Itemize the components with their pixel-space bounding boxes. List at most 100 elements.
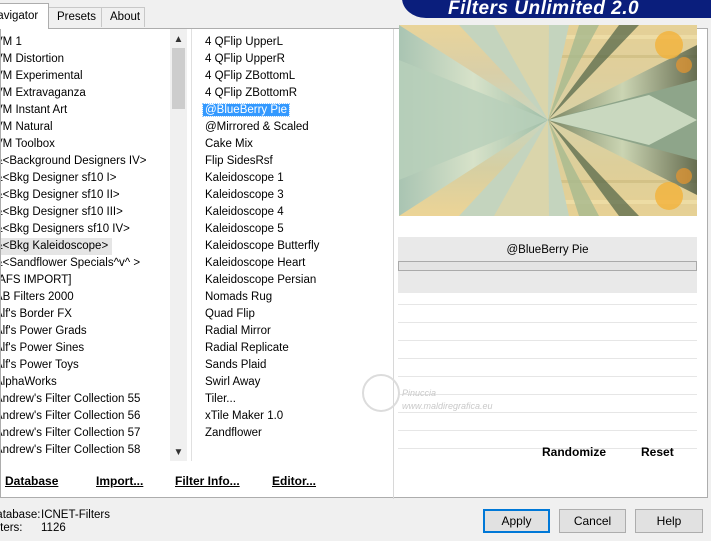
filter-item-label: Flip SidesRsf <box>205 155 273 167</box>
filter-preview-image <box>399 25 697 216</box>
filter-item-label: Kaleidoscope 5 <box>205 223 284 235</box>
parameter-slot <box>398 322 697 323</box>
category-item[interactable]: [AFS IMPORT] <box>1 272 170 289</box>
filter-item[interactable]: Kaleidoscope 3 <box>205 187 385 204</box>
filter-item-label: Zandflower <box>205 427 262 439</box>
filter-item-label: Swirl Away <box>205 376 261 388</box>
category-item[interactable]: Andrew's Filter Collection 56 <box>1 408 170 425</box>
import-button[interactable]: Import... <box>96 474 143 488</box>
randomize-button[interactable]: Randomize <box>542 445 606 459</box>
category-item[interactable]: VM Instant Art <box>1 102 170 119</box>
scroll-down-arrow-icon[interactable]: ▼ <box>170 444 187 461</box>
filter-item[interactable]: 4 QFlip ZBottomL <box>205 68 385 85</box>
filter-item[interactable]: Kaleidoscope 5 <box>205 221 385 238</box>
filter-name-box: @BlueBerry Pie <box>398 237 697 293</box>
filter-item-label: Kaleidoscope Butterfly <box>205 240 320 252</box>
category-list[interactable]: VM 1VM DistortionVM ExperimentalVM Extra… <box>1 29 170 461</box>
filter-item-label: @BlueBerry Pie <box>202 103 290 117</box>
filters-count-label: Filters: <box>0 522 23 534</box>
filter-item[interactable]: Swirl Away <box>205 374 385 391</box>
filter-item[interactable]: Radial Replicate <box>205 340 385 357</box>
filter-item-label: 4 QFlip UpperL <box>205 36 283 48</box>
filter-parameter-field[interactable] <box>398 261 697 271</box>
category-item[interactable]: Andrew's Filter Collection 55 <box>1 391 170 408</box>
apply-button[interactable]: Apply <box>483 509 550 533</box>
filter-item[interactable]: Nomads Rug <box>205 289 385 306</box>
filter-item-label: Quad Flip <box>205 308 255 320</box>
filter-item[interactable]: Sands Plaid <box>205 357 385 374</box>
category-item[interactable]: VM Distortion <box>1 51 170 68</box>
filter-item[interactable]: Kaleidoscope Heart <box>205 255 385 272</box>
filter-item[interactable]: Quad Flip <box>205 306 385 323</box>
watermark-author: Pinuccia <box>402 388 437 398</box>
category-item[interactable]: Andrew's Filter Collection 58 <box>1 442 170 459</box>
filter-item-label: Sands Plaid <box>205 359 267 371</box>
filter-item-label: xTile Maker 1.0 <box>205 410 284 422</box>
database-label: Database: <box>0 509 41 521</box>
category-item[interactable]: &<Bkg Designers sf10 IV> <box>1 221 170 238</box>
filters-count-value: 1126 <box>41 522 66 534</box>
category-item[interactable]: Alf's Power Grads <box>1 323 170 340</box>
filter-name-label: @BlueBerry Pie <box>506 244 589 256</box>
watermark: Pinuccia www.maldiregrafica.eu <box>362 368 552 418</box>
filter-item[interactable]: Kaleidoscope Butterfly <box>205 238 385 255</box>
filter-item[interactable]: Zandflower <box>205 425 385 442</box>
editor-button[interactable]: Editor... <box>272 474 316 488</box>
category-item[interactable]: &<Sandflower Specials^v^ > <box>1 255 170 272</box>
scroll-up-arrow-icon[interactable]: ▲ <box>170 31 187 48</box>
category-item[interactable]: Alf's Power Toys <box>1 357 170 374</box>
filter-item[interactable]: Flip SidesRsf <box>205 153 385 170</box>
filter-item[interactable]: xTile Maker 1.0 <box>205 408 385 425</box>
reset-button[interactable]: Reset <box>641 445 674 459</box>
tab-about[interactable]: About <box>101 7 145 27</box>
filter-item-label: Tiler... <box>205 393 236 405</box>
tab-presets[interactable]: Presets <box>48 7 102 27</box>
filter-item[interactable]: Kaleidoscope Persian <box>205 272 385 289</box>
category-item[interactable]: AlphaWorks <box>1 374 170 391</box>
cancel-button[interactable]: Cancel <box>559 509 626 533</box>
filter-item[interactable]: Cake Mix <box>205 136 385 153</box>
category-item[interactable]: Alf's Border FX <box>1 306 170 323</box>
help-button[interactable]: Help <box>635 509 703 533</box>
filter-item[interactable]: Radial Mirror <box>205 323 385 340</box>
filter-item[interactable]: 4 QFlip ZBottomR <box>205 85 385 102</box>
category-item[interactable]: VM 1 <box>1 34 170 51</box>
category-item[interactable]: VM Toolbox <box>1 136 170 153</box>
filter-info-button[interactable]: Filter Info... <box>175 474 240 488</box>
scroll-thumb[interactable] <box>172 48 185 109</box>
database-button[interactable]: Database <box>5 474 58 488</box>
filter-item[interactable]: 4 QFlip UpperL <box>205 34 385 51</box>
filter-item[interactable]: @Mirrored & Scaled <box>205 119 385 136</box>
filter-item[interactable]: Kaleidoscope 1 <box>205 170 385 187</box>
category-item[interactable]: &<Bkg Kaleidoscope> <box>1 238 113 255</box>
filter-item[interactable]: @BlueBerry Pie <box>202 102 385 119</box>
filter-item-label: @Mirrored & Scaled <box>205 121 309 133</box>
filter-item-label: Kaleidoscope 3 <box>205 189 284 201</box>
category-item[interactable]: Alf's Power Sines <box>1 340 170 357</box>
category-item[interactable]: VM Extravaganza <box>1 85 170 102</box>
list-divider <box>191 29 192 461</box>
category-item[interactable]: VM Natural <box>1 119 170 136</box>
watermark-logo-icon <box>362 374 400 412</box>
category-scrollbar[interactable]: ▲ ▼ <box>170 29 187 461</box>
category-item[interactable]: VM Experimental <box>1 68 170 85</box>
category-item[interactable]: &<Background Designers IV> <box>1 153 170 170</box>
category-item[interactable]: &<Bkg Designer sf10 I> <box>1 170 170 187</box>
category-item[interactable]: AB Filters 2000 <box>1 289 170 306</box>
tab-navigator[interactable]: Navigator <box>0 3 49 29</box>
filter-item-label: 4 QFlip UpperR <box>205 53 285 65</box>
filter-item-label: 4 QFlip ZBottomL <box>205 70 296 82</box>
filter-item[interactable]: Kaleidoscope 4 <box>205 204 385 221</box>
filter-item[interactable]: 4 QFlip UpperR <box>205 51 385 68</box>
filter-item-label: Kaleidoscope 1 <box>205 172 284 184</box>
filter-item-label: Cake Mix <box>205 138 253 150</box>
category-item[interactable]: Andrew's Filter Collection 57 <box>1 425 170 442</box>
category-item[interactable]: &<Bkg Designer sf10 II> <box>1 187 170 204</box>
filter-item-label: Kaleidoscope 4 <box>205 206 284 218</box>
filter-list[interactable]: 4 QFlip UpperL 4 QFlip UpperR 4 QFlip ZBot… <box>202 34 385 442</box>
filter-item[interactable]: Tiler... <box>205 391 385 408</box>
parameter-slot <box>398 340 697 341</box>
category-item[interactable]: &<Bkg Designer sf10 III> <box>1 204 170 221</box>
parameter-slot <box>398 358 697 359</box>
filter-item-label: Radial Replicate <box>205 342 289 354</box>
